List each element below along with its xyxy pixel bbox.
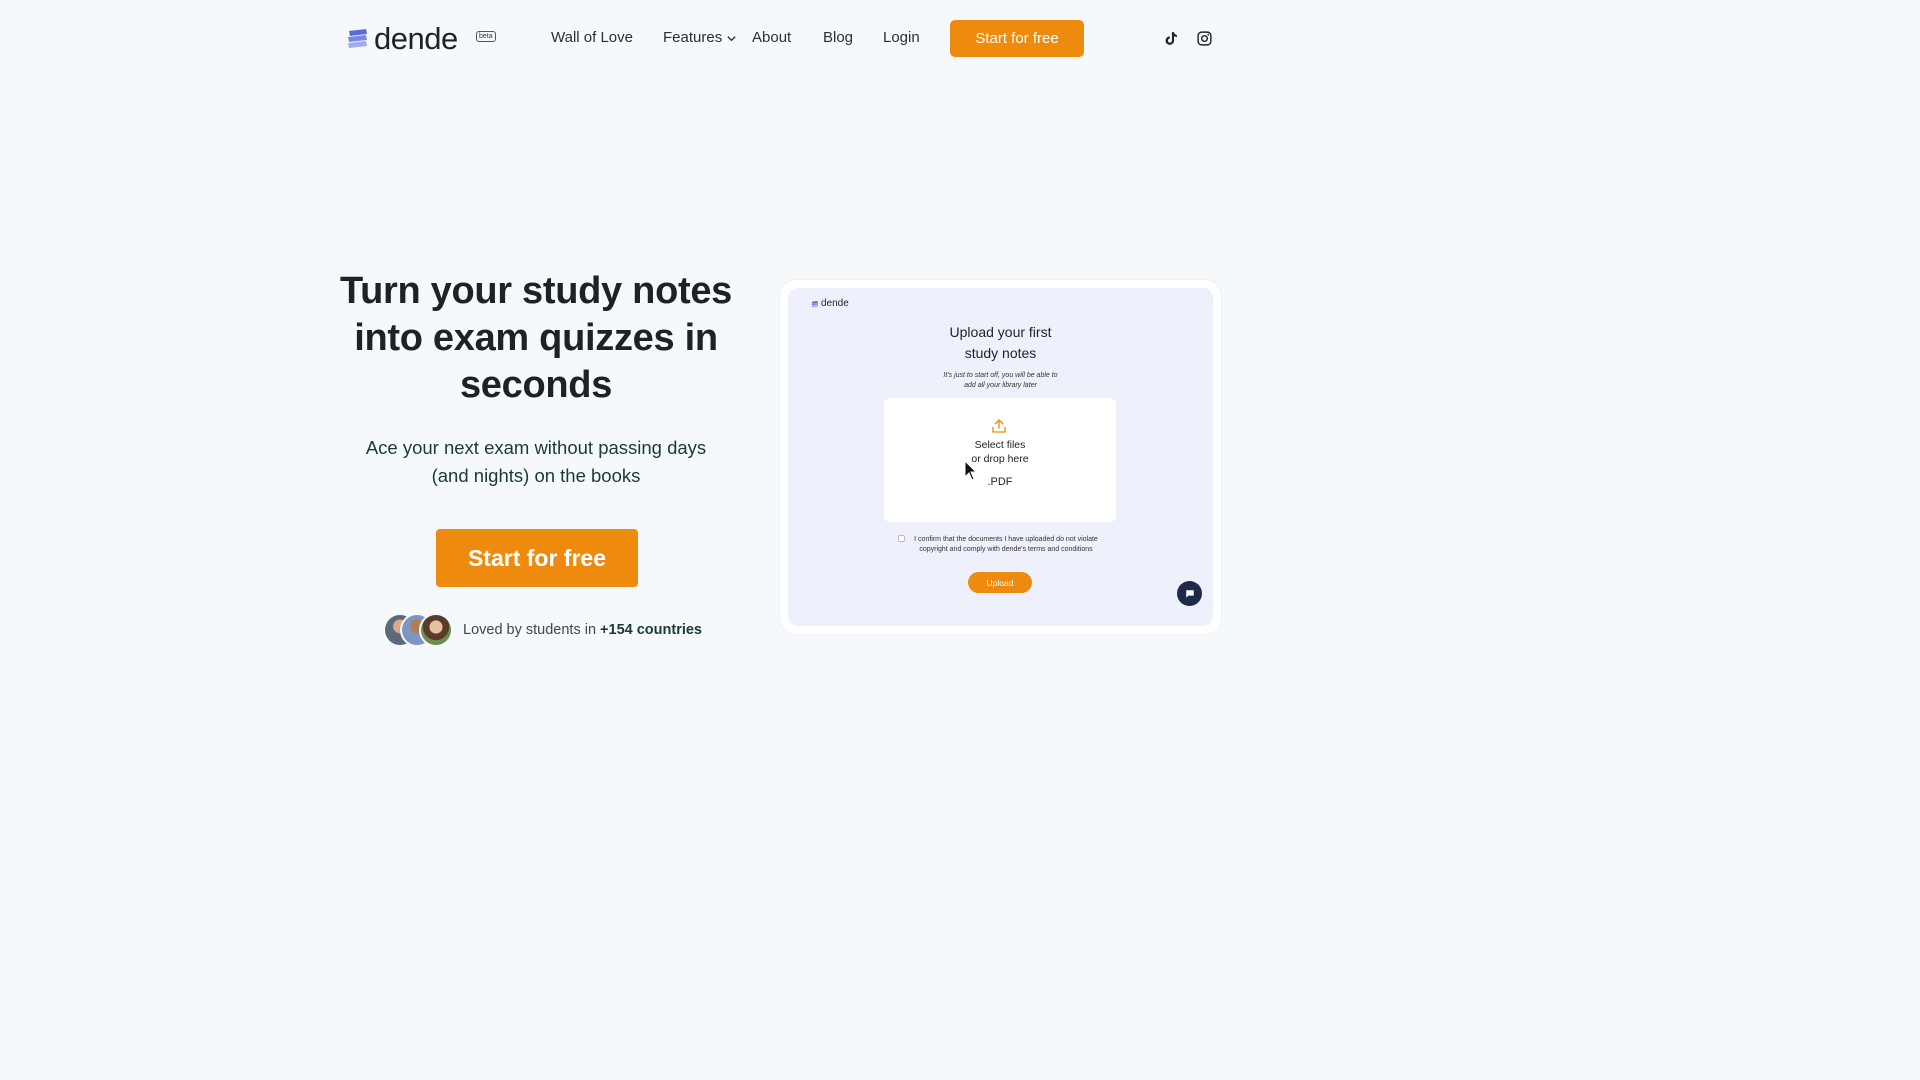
file-format-label: .PDF	[987, 476, 1013, 488]
nav-link-about[interactable]: About	[752, 28, 791, 48]
logo[interactable]: dende beta	[346, 20, 496, 56]
mockup-screen: dende Upload your first study notes It's…	[788, 288, 1213, 626]
top-navigation: dende beta Wall of Love Features About B…	[0, 0, 1568, 78]
instagram-icon[interactable]	[1196, 30, 1213, 47]
terms-line: copyright and comply with dende's terms …	[919, 546, 1093, 553]
terms-text: I confirm that the documents I have uplo…	[906, 535, 1106, 555]
chat-button[interactable]	[1177, 581, 1202, 606]
dropzone-label: Select files or drop here	[884, 438, 1116, 466]
start-for-free-nav-button[interactable]: Start for free	[950, 20, 1084, 57]
mockup-note-line: add all your library later	[964, 382, 1037, 389]
nav-link-features[interactable]: Features	[663, 28, 737, 48]
mockup-logo-text: dende	[821, 298, 849, 309]
social-proof-prefix: Loved by students in	[463, 622, 601, 638]
hero-subtitle: Ace your next exam without passing days …	[365, 437, 707, 486]
product-mockup: dende Upload your first study notes It's…	[780, 280, 1221, 634]
dropzone-line: or drop here	[971, 453, 1029, 465]
tiktok-icon[interactable]	[1162, 30, 1179, 47]
terms-line: I confirm that the documents I have uplo…	[914, 536, 1098, 543]
logo-mark-icon	[348, 29, 367, 48]
social-proof: Loved by students in +154 countries	[383, 613, 702, 647]
file-dropzone[interactable]: Select files or drop here .PDF	[884, 398, 1116, 522]
logo-mark-icon	[811, 300, 818, 307]
chat-icon	[1185, 589, 1194, 598]
nav-link-features-label: Features	[663, 29, 723, 46]
nav-link-wall-of-love[interactable]: Wall of Love	[551, 28, 633, 48]
nav-link-login[interactable]: Login	[883, 28, 920, 48]
mockup-title-line: Upload your first	[949, 324, 1052, 340]
mockup-note: It's just to start off, you will be able…	[788, 371, 1213, 391]
mockup-title: Upload your first study notes	[788, 322, 1213, 364]
social-proof-text: Loved by students in +154 countries	[463, 622, 702, 638]
chevron-down-icon	[727, 35, 736, 41]
hero-title: Turn your study notes into exam quizzes …	[339, 270, 732, 406]
mockup-title-line: study notes	[964, 345, 1037, 361]
dropzone-line: Select files	[974, 439, 1026, 451]
terms-checkbox[interactable]	[898, 535, 905, 542]
avatar	[419, 613, 453, 647]
logo-text: dende	[374, 20, 458, 56]
mouse-cursor-icon	[964, 460, 978, 481]
nav-link-blog[interactable]: Blog	[823, 28, 853, 48]
mockup-logo: dende	[811, 298, 849, 309]
avatar-group	[383, 613, 455, 647]
upload-icon	[992, 419, 1006, 433]
beta-badge: beta	[476, 31, 496, 42]
start-for-free-hero-button[interactable]: Start for free	[436, 529, 638, 587]
upload-button[interactable]: Upload	[968, 572, 1032, 593]
mockup-note-line: It's just to start off, you will be able…	[943, 372, 1058, 379]
social-proof-count: +154 countries	[600, 622, 702, 638]
